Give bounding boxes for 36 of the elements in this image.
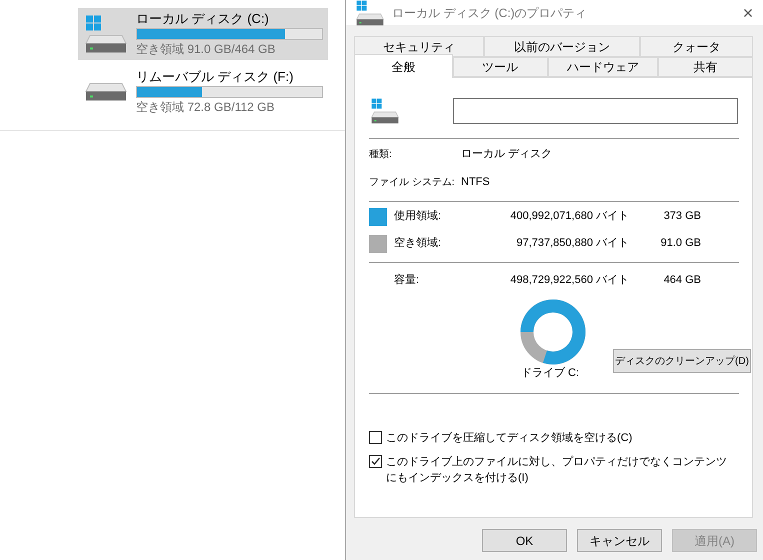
checkbox-label: このドライブを圧縮してディスク領域を空ける(C) — [386, 430, 634, 446]
byte-count: 97,737,850,880 バイト — [515, 236, 629, 252]
info-value: ローカル ディスク — [461, 146, 552, 162]
space-label: 使用領域: — [394, 209, 442, 224]
info-label: 種類: — [369, 148, 393, 162]
drive-name: ローカル ディスク (C:) — [136, 11, 270, 26]
checkbox[interactable] — [369, 455, 382, 468]
dialog-button[interactable]: キャンセル — [577, 529, 662, 552]
info-label: ファイル システム: — [369, 176, 455, 190]
donut-chart-drawing — [520, 299, 586, 365]
size-text: 91.0 GB — [660, 236, 701, 252]
disk-cleanup-button[interactable]: ディスクのクリーンアップ(D) — [613, 349, 751, 373]
checkbox-label: このドライブ上のファイルに対し、プロパティだけでなくコンテンツにもインデックスを付ける(I) — [386, 454, 728, 486]
size-text: 464 GB — [662, 272, 701, 288]
drive-item[interactable]: ローカル ディスク (C:) 空き領域 91.0 GB/464 GB — [78, 8, 328, 60]
space-label: 空き領域: — [394, 236, 442, 252]
drive-label: ドライブ C: — [521, 366, 580, 381]
window-title: ローカル ディスク (C:)のプロパティ — [392, 4, 588, 22]
checkbox[interactable] — [369, 431, 382, 444]
drive-name: リムーバブル ディスク (F:) — [136, 69, 294, 84]
close-button[interactable]: × — [733, 0, 763, 25]
tab[interactable]: 全般 — [354, 54, 453, 78]
tab[interactable]: ツール — [452, 57, 548, 77]
tab[interactable]: 以前のバージョン — [484, 36, 640, 57]
tab[interactable]: ハードウェア — [548, 57, 658, 77]
drive-name-field[interactable] — [453, 98, 738, 124]
free-space-text: 空き領域 72.8 GB/112 GB — [136, 100, 276, 115]
tab[interactable]: 共有 — [658, 57, 753, 77]
info-value: NTFS — [461, 174, 490, 190]
dialog-button[interactable]: OK — [482, 529, 567, 552]
size-text: 373 GB — [662, 209, 701, 224]
byte-count: 400,992,071,680 バイト — [509, 209, 629, 224]
free-space-text: 空き領域 91.0 GB/464 GB — [136, 42, 276, 57]
capacity-label: 容量: — [394, 272, 420, 288]
tab[interactable]: クォータ — [640, 36, 753, 57]
byte-count: 498,729,922,560 バイト — [509, 272, 629, 288]
